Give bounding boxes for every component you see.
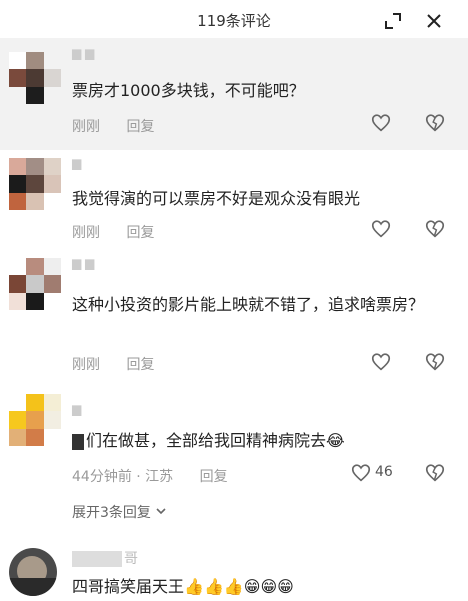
comment-text-body: 四哥搞笑届天王 (72, 577, 185, 596)
expand-replies-button[interactable]: 展开3条回复 (72, 502, 167, 522)
close-icon[interactable] (423, 10, 445, 32)
broken-heart-icon[interactable] (424, 462, 446, 484)
thumbs-up-emoji-icon: 👍👍👍😁😁😁 (184, 577, 294, 596)
like-count: 46 (375, 464, 393, 480)
comment-item[interactable]: ▆ 们在做甚，全部给我回精神病院去😂 44分钟前 · 江苏 回复 46 展开3条… (0, 382, 468, 530)
username[interactable]: ▆ (72, 402, 81, 416)
comment-text: 四哥搞笑届天王👍👍👍😁😁😁 (72, 574, 442, 600)
chevron-down-icon (156, 508, 166, 515)
comment-time: 刚刚 (72, 119, 100, 135)
heart-icon[interactable] (370, 112, 392, 134)
broken-heart-icon[interactable] (424, 218, 446, 240)
comment-text: 这种小投资的影片能上映就不错了，追求啥票房？ (72, 295, 425, 314)
comment-item[interactable]: ▆ ▆ 票房才1000多块钱，不可能吧？ 刚刚 回复 (0, 38, 468, 150)
username[interactable]: ▆ ▆ (72, 46, 94, 60)
comment-item[interactable]: 哥 四哥搞笑届天王👍👍👍😁😁😁 (0, 530, 468, 601)
broken-heart-icon[interactable] (424, 112, 446, 134)
username-text: 哥 (124, 551, 138, 567)
comment-meta: 刚刚 回复 (72, 222, 176, 242)
comments-header: 119条评论 (0, 0, 468, 40)
comment-meta: 刚刚 回复 (72, 116, 176, 136)
avatar[interactable] (9, 548, 57, 596)
comment-meta: 44分钟前 · 江苏 回复 (72, 466, 250, 486)
comment-time: 刚刚 (72, 357, 100, 373)
username[interactable]: ▆ ▆ (72, 256, 94, 270)
avatar[interactable] (9, 158, 61, 210)
comment-meta: 刚刚 回复 (72, 354, 176, 374)
comment-text: 票房才1000多块钱，不可能吧？ (72, 81, 305, 100)
reply-button[interactable]: 回复 (126, 119, 154, 135)
comment-text: 我觉得演的可以票房不好是观众没有眼光 (72, 189, 361, 208)
reply-button[interactable]: 回复 (126, 357, 154, 373)
expand-replies-label: 展开3条回复 (72, 505, 151, 521)
heart-icon[interactable] (350, 462, 372, 484)
broken-heart-icon[interactable] (424, 351, 446, 373)
comment-item[interactable]: ▆ ▆ 这种小投资的影片能上映就不错了，追求啥票房？ 刚刚 回复 (0, 252, 468, 382)
comment-time: 44分钟前 · 江苏 (72, 469, 174, 485)
comment-text-body: 们在做甚，全部给我回精神病院去 (86, 431, 327, 450)
avatar[interactable] (9, 52, 61, 104)
username[interactable]: ▆ (72, 156, 81, 170)
comment-item[interactable]: ▆ 我觉得演的可以票房不好是观众没有眼光 刚刚 回复 (0, 150, 468, 252)
obscured-username (72, 551, 122, 567)
username[interactable]: 哥 (72, 548, 138, 568)
avatar[interactable] (9, 394, 61, 446)
reply-button[interactable]: 回复 (200, 469, 228, 485)
heart-icon[interactable] (370, 218, 392, 240)
laughing-emoji-icon: 😂 (326, 431, 345, 450)
obscured-text (72, 433, 84, 450)
minimize-icon[interactable] (382, 10, 404, 32)
reply-button[interactable]: 回复 (126, 225, 154, 241)
avatar[interactable] (9, 258, 61, 310)
comment-time: 刚刚 (72, 225, 100, 241)
heart-icon[interactable] (370, 351, 392, 373)
comment-text: 们在做甚，全部给我回精神病院去😂 (72, 428, 442, 454)
